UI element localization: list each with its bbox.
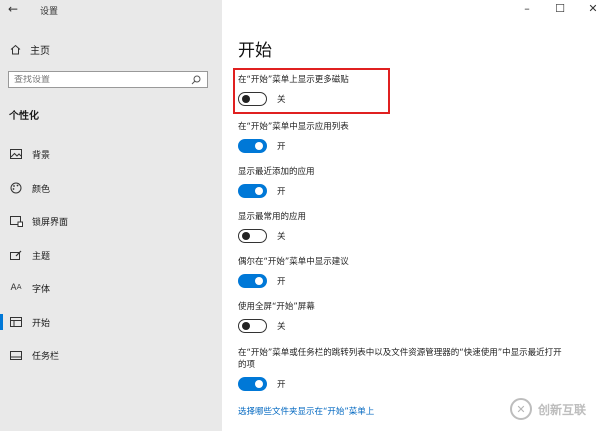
setting-recent-items: 在“开始”菜单或任务栏的跳转列表中以及文件资源管理器的“快速使用”中显示最近打开… (238, 347, 568, 391)
toggle-knob (255, 142, 263, 150)
watermark: ✕ 创新互联 (510, 398, 586, 420)
setting-label: 显示最近添加的应用 (238, 167, 315, 177)
toggle-switch[interactable] (238, 229, 267, 243)
font-icon: AA (10, 283, 22, 293)
window-title: 设置 (40, 7, 59, 17)
toggle-switch[interactable] (238, 139, 267, 153)
toggle-switch[interactable] (238, 319, 267, 333)
sidebar-item-start[interactable]: 开始 (0, 312, 222, 332)
toggle-state-text: 关 (277, 232, 286, 242)
search-box[interactable] (8, 71, 208, 88)
toggle-switch[interactable] (238, 92, 267, 106)
watermark-logo-icon: ✕ (510, 398, 532, 420)
setting-label: 在“开始”菜单中显示应用列表 (238, 122, 349, 132)
toggle-knob (242, 321, 250, 330)
close-button[interactable]: ✕ (585, 2, 601, 15)
toggle-state-text: 关 (277, 95, 286, 105)
setting-label: 在“开始”菜单或任务栏的跳转列表中以及文件资源管理器的“快速使用”中显示最近打开… (238, 348, 562, 370)
setting-suggestions: 偶尔在“开始”菜单中显示建议 开 (238, 256, 558, 288)
setting-most-used: 显示最常用的应用 关 (238, 211, 558, 243)
toggle-state-text: 开 (277, 380, 286, 390)
sidebar-item-label: 开始 (32, 318, 51, 329)
picture-icon (8, 149, 24, 159)
sidebar-item-theme[interactable]: 主题 (0, 245, 222, 265)
sidebar-item-lock-screen[interactable]: 锁屏界面 (0, 211, 222, 231)
toggle-knob (242, 94, 250, 103)
setting-fullscreen-start: 使用全屏“开始”屏幕 关 (238, 301, 558, 333)
watermark-text: 创新互联 (538, 402, 587, 417)
maximize-button[interactable]: ☐ (552, 2, 568, 15)
toggle-knob (255, 380, 263, 388)
main-panel: – ☐ ✕ 开始 在“开始”菜单上显示更多磁贴 关 在“开始”菜单中显示应用列表… (222, 0, 609, 431)
sidebar-home[interactable]: 主页 (8, 41, 214, 57)
toggle-switch[interactable] (238, 274, 267, 288)
palette-icon (8, 182, 24, 194)
sidebar-item-taskbar[interactable]: 任务栏 (0, 345, 222, 365)
sidebar-item-label: 背景 (32, 150, 51, 161)
start-icon (8, 317, 24, 327)
toggle-switch[interactable] (238, 184, 267, 198)
sidebar-item-label: 颜色 (32, 184, 51, 195)
minimize-button[interactable]: – (519, 2, 535, 15)
setting-app-list: 在“开始”菜单中显示应用列表 开 (238, 121, 558, 153)
setting-label: 在“开始”菜单上显示更多磁贴 (238, 75, 349, 85)
sidebar-item-label: 锁屏界面 (32, 217, 69, 228)
sidebar-item-font[interactable]: AA 字体 (0, 278, 222, 298)
setting-label: 使用全屏“开始”屏幕 (238, 302, 315, 312)
setting-label: 偶尔在“开始”菜单中显示建议 (238, 257, 349, 267)
home-label: 主页 (30, 45, 50, 57)
setting-recently-added: 显示最近添加的应用 开 (238, 166, 558, 198)
setting-more-tiles: 在“开始”菜单上显示更多磁贴 关 (238, 74, 558, 106)
sidebar-item-color[interactable]: 颜色 (0, 178, 222, 198)
brush-icon (8, 250, 24, 261)
home-icon (8, 44, 22, 55)
toggle-knob (255, 277, 263, 285)
sidebar-item-label: 任务栏 (32, 351, 60, 362)
choose-folders-link[interactable]: 选择哪些文件夹显示在“开始”菜单上 (238, 405, 374, 417)
toggle-switch[interactable] (238, 377, 267, 391)
sidebar-item-background[interactable]: 背景 (0, 144, 222, 164)
page-title: 开始 (238, 41, 272, 61)
sidebar-item-label: 主题 (32, 251, 51, 262)
search-input[interactable] (14, 74, 190, 85)
toggle-state-text: 关 (277, 322, 286, 332)
sidebar-item-label: 字体 (32, 284, 51, 295)
toggle-state-text: 开 (277, 187, 286, 197)
setting-label: 显示最常用的应用 (238, 212, 307, 222)
toggle-knob (242, 231, 250, 240)
toggle-state-text: 开 (277, 277, 286, 287)
search-icon[interactable] (190, 74, 202, 86)
toggle-knob (255, 187, 263, 195)
back-arrow-icon[interactable]: ← (8, 2, 18, 16)
sidebar: ← 设置 主页 个性化 背景 颜色 锁屏界面 主题 (0, 0, 222, 431)
active-indicator (0, 314, 3, 330)
section-title: 个性化 (9, 111, 39, 122)
lock-screen-icon (8, 215, 24, 227)
taskbar-icon (8, 350, 24, 360)
toggle-state-text: 开 (277, 142, 286, 152)
